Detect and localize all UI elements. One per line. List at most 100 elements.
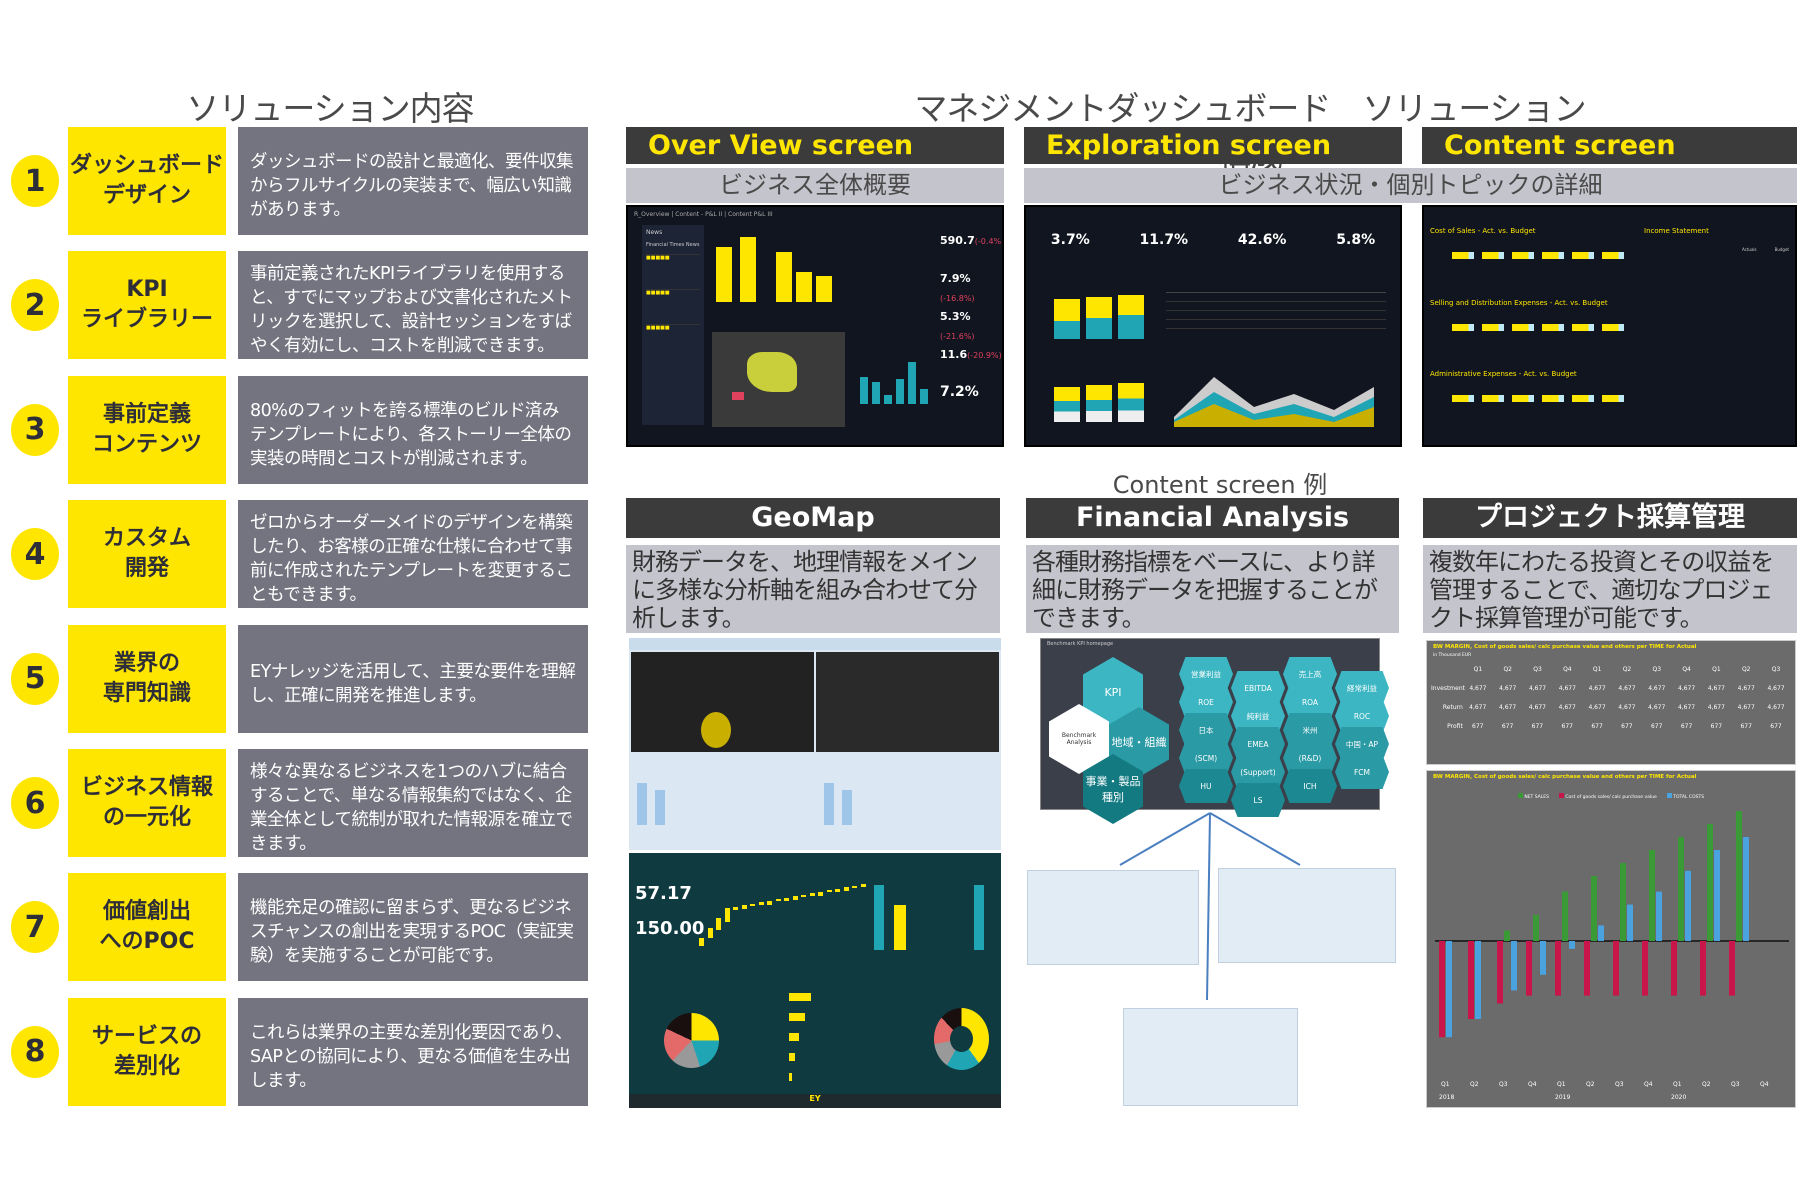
cell-value: 4,677 [1469,685,1487,692]
net-sales-bar [1504,930,1510,941]
row-number-badge: 4 [11,528,59,581]
solution-desc: EYナレッジを活用して、主要な要件を理解し、正確に開発を推進します。 [238,624,588,733]
overview-screen-header: Over View screen [626,127,1004,164]
actuals-col: Actuals [1741,247,1757,252]
row-number-badge: 7 [11,901,59,954]
waterfall-bar [775,899,781,901]
metric-hex[interactable]: ICH [1283,769,1337,803]
total-costs-bar [1598,925,1604,941]
total-costs-bar [1475,941,1481,1019]
asset-bar [1118,295,1144,339]
news-title: News [646,229,663,236]
net-sales-bar [1620,863,1626,941]
budget-bar [1512,252,1534,259]
quarter-header: Q2 [1622,666,1632,673]
cell-value: 4,677 [1707,704,1725,711]
year-tick: 2018 [1439,1094,1454,1101]
income-statement-table: Actuals Budget [1644,247,1789,362]
project-profit-desc: 複数年にわたる投資とその収益を管理することで、適切なプロジェクト採算管理が可能で… [1423,545,1797,633]
cogs-bar [1642,941,1648,996]
cell-value: 4,677 [1767,704,1785,711]
waterfall-bar [767,900,772,905]
row-number-badge: 2 [11,279,59,332]
content-screen-header: Content screen [1422,127,1797,164]
waterfall-bar [809,893,815,896]
metric-hex[interactable]: FCM [1335,755,1389,789]
location-bar [872,382,880,404]
equity-bar [1086,385,1112,422]
metric-hex[interactable]: HU [1179,769,1233,803]
total-costs-bar [1511,941,1517,991]
cell-value: 677 [1561,723,1573,730]
row-number-badge: 1 [11,155,59,207]
cost-of-sales-title: Cost of Sales - Act. vs. Budget [1430,227,1536,235]
ratio-value: 7.2% [940,384,979,400]
budget-bar [1452,252,1474,259]
cell-value: 4,677 [1558,685,1576,692]
solution-desc: ゼロからオーダーメイドのデザインを構築したり、お客様の正確な仕様に合わせて事前に… [238,500,588,609]
asset-bar [1086,297,1112,339]
waterfall-bar [826,890,832,892]
equity-bar [1118,383,1144,422]
quarter-header: Q4 [1563,666,1572,673]
budget-col: Budget [1774,247,1789,252]
ebit-margin-delta: (-16.8%) [940,294,975,303]
financial-hex-screenshot: Benchmark KPI homepage KPI Benchmark Ana… [1040,638,1389,824]
chart-legend: NET SALES Cost of goods sales/ calc purc… [1427,793,1795,800]
waterfall-bar [818,891,823,896]
solution-label: ダッシュボード デザイン [68,127,226,235]
quarter-header: Q3 [1652,666,1662,673]
revenue-value: 590.7 [940,234,975,247]
total-costs-bar [1540,941,1546,975]
drilldown-dashboard-2 [1218,868,1396,963]
waterfall-bar [801,894,806,897]
waterfall-bar [860,884,866,887]
location-bar [860,377,868,404]
cell-value: 4,677 [1648,685,1666,692]
waterfall-bar [792,896,798,900]
geomap-desc: 財務データを、地理情報をメインに多様な分析軸を組み合わせて分析します。 [626,545,1000,633]
cell-value: 677 [1740,723,1752,730]
solution-desc: 事前定義されたKPIライブラリを使用すると、すでにマップおよび文書化されたメトリ… [238,251,588,360]
ebit-margin-value: 7.9% [940,272,971,285]
quarter-header: Q1 [1592,666,1602,673]
quarter-header: Q4 [1682,666,1691,673]
solution-label: サービスの 差別化 [68,997,226,1106]
table-row: Profit 677 677 677 677 677 677 677 677 677 677 677 [1431,723,1791,730]
row-label: Investment [1431,685,1465,692]
cell-value: 4,677 [1767,685,1785,692]
chart-title: BW MARGIN, Cost of goods sales/ calc pur… [1433,774,1697,780]
cogs-bar [1497,941,1503,1004]
quarter-tick: Q4 [1760,1081,1769,1088]
cell-value: 4,677 [1528,685,1547,692]
total-costs-bar [1743,837,1749,941]
location-bar [920,389,928,404]
cogs-bar [1700,941,1706,996]
legend-cogs: Cost of goods sales/ calc purchase value [1558,793,1657,800]
quarter-tick: Q3 [1499,1081,1508,1088]
segment-bar [776,252,792,302]
quarter-tick: Q2 [1586,1081,1595,1088]
cogs-bar [1526,941,1532,996]
cell-value: 677 [1591,723,1603,730]
quarter-header: Q1 [1473,666,1483,673]
exploration-screen-header: Exploration screen [1024,127,1402,164]
world-map-left [631,652,814,752]
admin-expenses-title: Administrative Expenses - Act. vs. Budge… [1430,370,1577,378]
cell-value: 4,677 [1528,704,1546,711]
table-title: BW MARGIN, Cost of goods sales/ calc pur… [1433,644,1697,650]
overview-subtitle: ビジネス全体概要 [626,168,1004,203]
cogs-bar [1584,941,1590,996]
budget-bar [1572,395,1594,402]
budget-bar [1542,395,1564,402]
net-sales-bar [1591,876,1597,941]
cell-value: 677 [1472,723,1484,730]
waterfall-bar [733,906,738,910]
cell-value: 677 [1770,723,1782,730]
quarter-header: Q3 [1533,666,1542,673]
project-profit-header: プロジェクト採算管理 [1423,498,1797,538]
budget-bar [1482,324,1504,331]
exploration-screenshot: 3.7% 11.7% 42.6% 5.8% [1024,205,1402,447]
net-sales-bar [1533,915,1539,941]
cell-value: 4,677 [1677,704,1696,711]
